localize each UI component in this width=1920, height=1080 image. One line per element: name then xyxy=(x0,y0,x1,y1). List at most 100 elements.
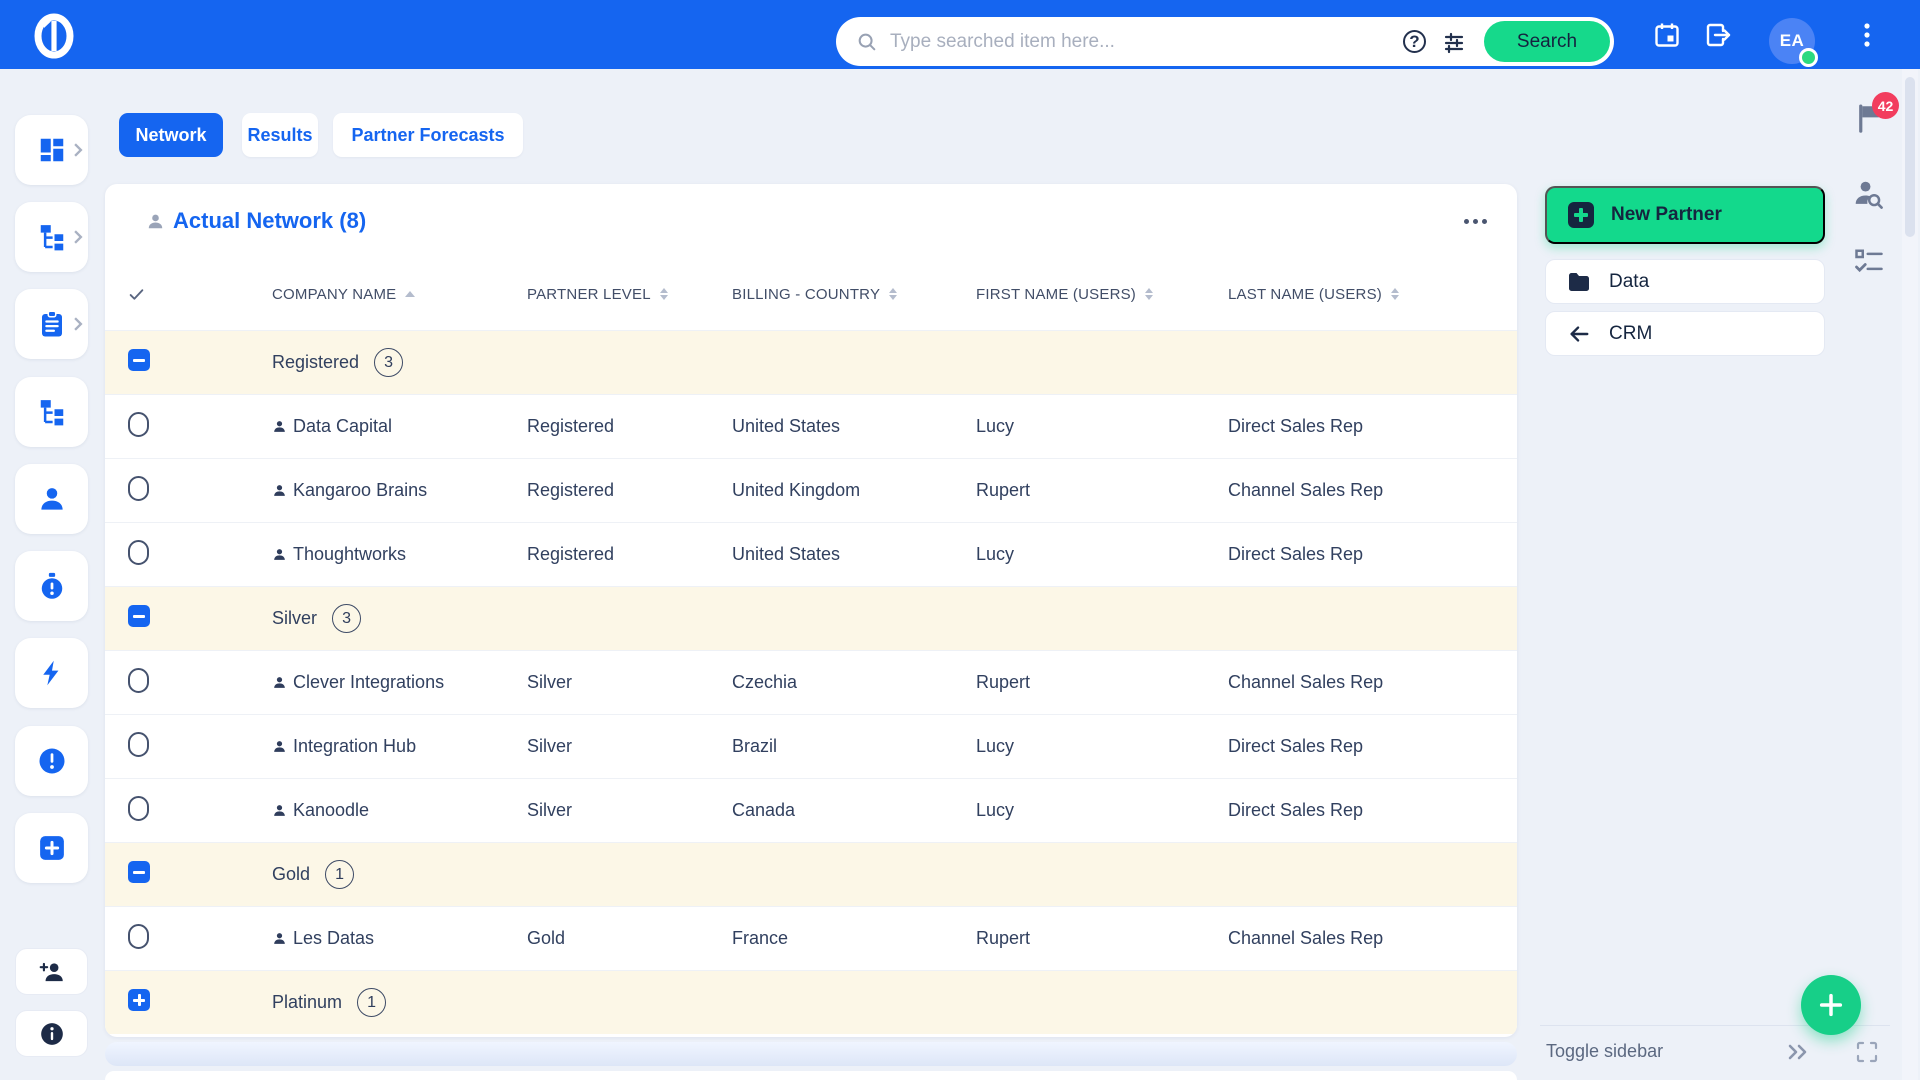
sidebar-item-people[interactable] xyxy=(15,464,88,534)
row-checkbox[interactable] xyxy=(128,539,149,565)
avatar[interactable]: EA xyxy=(1769,18,1818,67)
partner-level-cell: Registered xyxy=(527,544,615,564)
help-icon[interactable]: ? xyxy=(1403,30,1426,53)
column-header-first-name[interactable]: FIRST NAME (USERS) xyxy=(976,286,1228,303)
export-icon[interactable] xyxy=(1704,21,1732,49)
row-checkbox[interactable] xyxy=(128,731,149,757)
column-header-country[interactable]: BILLING - COUNTRY xyxy=(732,286,976,303)
table-header-row: COMPANY NAME PARTNER LEVEL BILLING - COU… xyxy=(105,258,1517,330)
last-name-cell: Direct Sales Rep xyxy=(1228,736,1364,756)
plus-icon xyxy=(1819,993,1843,1017)
table-row[interactable]: Kanoodle Silver Canada Lucy Direct Sales… xyxy=(105,778,1517,842)
sidebar-item-reports[interactable] xyxy=(15,289,88,359)
app-logo[interactable] xyxy=(30,11,78,59)
group-row[interactable]: Gold 1 xyxy=(105,842,1517,906)
person-search-icon[interactable] xyxy=(1852,178,1884,215)
sort-icon xyxy=(659,288,668,300)
folder-icon xyxy=(1569,272,1589,291)
group-row[interactable]: Silver 3 xyxy=(105,586,1517,650)
partner-level-cell: Silver xyxy=(527,800,573,820)
company-name[interactable]: Les Datas xyxy=(293,928,374,949)
first-name-cell: Rupert xyxy=(976,672,1031,692)
toggle-sidebar-button[interactable]: Toggle sidebar xyxy=(1546,1041,1663,1062)
group-checkbox-indeterminate[interactable] xyxy=(128,861,150,883)
sidebar-item-add[interactable] xyxy=(15,813,88,883)
column-header-last-name[interactable]: LAST NAME (USERS) xyxy=(1228,286,1517,303)
add-fab-button[interactable] xyxy=(1801,975,1861,1035)
company-name[interactable]: Data Capital xyxy=(293,416,392,437)
partner-level-cell: Silver xyxy=(527,672,573,692)
new-partner-button[interactable]: New Partner xyxy=(1545,186,1825,244)
tasks-icon[interactable] xyxy=(1854,248,1884,281)
filter-sliders-icon[interactable] xyxy=(1442,30,1466,54)
sidebar-item-dashboards[interactable] xyxy=(15,115,88,185)
row-checkbox[interactable] xyxy=(128,411,149,437)
crm-label: CRM xyxy=(1609,322,1653,344)
tab-results[interactable]: Results xyxy=(242,113,318,157)
row-checkbox[interactable] xyxy=(128,923,149,949)
expand-icon[interactable] xyxy=(1856,1041,1878,1063)
card-menu-icon[interactable] xyxy=(1464,218,1487,224)
sidebar-item-invite-user[interactable] xyxy=(15,948,88,995)
company-name[interactable]: Integration Hub xyxy=(293,736,416,757)
sidebar-item-time-tracking[interactable] xyxy=(15,551,88,621)
group-checkbox-indeterminate[interactable] xyxy=(128,605,150,627)
search-icon xyxy=(858,33,876,50)
search-input[interactable] xyxy=(890,30,1403,53)
chevron-right-icon xyxy=(74,317,83,331)
sidebar-item-hierarchy[interactable] xyxy=(15,202,88,272)
sidebar-item-instant-feedback[interactable] xyxy=(15,638,88,708)
data-button[interactable]: Data xyxy=(1545,259,1825,304)
sidebar-item-organization[interactable] xyxy=(15,377,88,447)
company-name[interactable]: Clever Integrations xyxy=(293,672,444,693)
table-row[interactable]: Kangaroo Brains Registered United Kingdo… xyxy=(105,458,1517,522)
stopwatch-icon xyxy=(41,572,62,599)
company-name[interactable]: Thoughtworks xyxy=(293,544,406,565)
table-row[interactable]: Integration Hub Silver Brazil Lucy Direc… xyxy=(105,714,1517,778)
company-name[interactable]: Kanoodle xyxy=(293,800,369,821)
tab-partner-forecasts[interactable]: Partner Forecasts xyxy=(333,113,523,157)
sort-icon xyxy=(1391,288,1399,300)
table-row[interactable]: Thoughtworks Registered United States Lu… xyxy=(105,522,1517,586)
first-name-cell: Lucy xyxy=(976,736,1015,756)
column-label: PARTNER LEVEL xyxy=(527,285,651,303)
person-add-icon xyxy=(39,962,63,981)
person-icon xyxy=(274,549,285,560)
arrow-left-icon xyxy=(1570,325,1589,342)
search-button[interactable]: Search xyxy=(1484,21,1610,62)
row-checkbox[interactable] xyxy=(128,475,149,501)
column-header-level[interactable]: PARTNER LEVEL xyxy=(527,286,732,303)
person-icon xyxy=(40,488,63,510)
group-count-badge: 3 xyxy=(374,348,404,377)
select-all-check[interactable] xyxy=(128,286,272,303)
row-checkbox[interactable] xyxy=(128,667,149,693)
group-checkbox-expand[interactable] xyxy=(128,989,150,1011)
kebab-menu-icon[interactable] xyxy=(1856,23,1878,47)
group-count-badge: 1 xyxy=(357,988,387,1017)
row-checkbox[interactable] xyxy=(128,795,149,821)
group-row[interactable]: Registered 3 xyxy=(105,330,1517,394)
horizontal-scrollbar[interactable] xyxy=(105,1042,1517,1066)
first-name-cell: Rupert xyxy=(976,480,1031,500)
crm-button[interactable]: CRM xyxy=(1545,311,1825,356)
first-name-cell: Lucy xyxy=(976,800,1015,820)
country-cell: Canada xyxy=(732,800,796,820)
table-row[interactable]: Clever Integrations Silver Czechia Ruper… xyxy=(105,650,1517,714)
tab-network[interactable]: Network xyxy=(119,113,223,157)
vertical-scrollbar[interactable] xyxy=(1902,69,1918,1080)
sort-asc-icon xyxy=(405,291,416,297)
last-name-cell: Channel Sales Rep xyxy=(1228,928,1384,948)
table-row[interactable]: Data Capital Registered United States Lu… xyxy=(105,394,1517,458)
group-checkbox-indeterminate[interactable] xyxy=(128,349,150,371)
sidebar-item-alerts[interactable] xyxy=(15,726,88,796)
double-chevron-right-icon[interactable] xyxy=(1786,1042,1812,1062)
last-name-cell: Channel Sales Rep xyxy=(1228,480,1384,500)
card-title-bar: Actual Network (8) xyxy=(105,184,1517,258)
sidebar-item-info[interactable] xyxy=(15,1010,88,1057)
group-row[interactable]: Platinum 1 xyxy=(105,970,1517,1034)
company-name[interactable]: Kangaroo Brains xyxy=(293,480,427,501)
calendar-icon[interactable] xyxy=(1653,21,1681,49)
flag-count-badge: 42 xyxy=(1872,92,1899,119)
column-header-company[interactable]: COMPANY NAME xyxy=(272,286,527,303)
table-row[interactable]: Les Datas Gold France Rupert Channel Sal… xyxy=(105,906,1517,970)
